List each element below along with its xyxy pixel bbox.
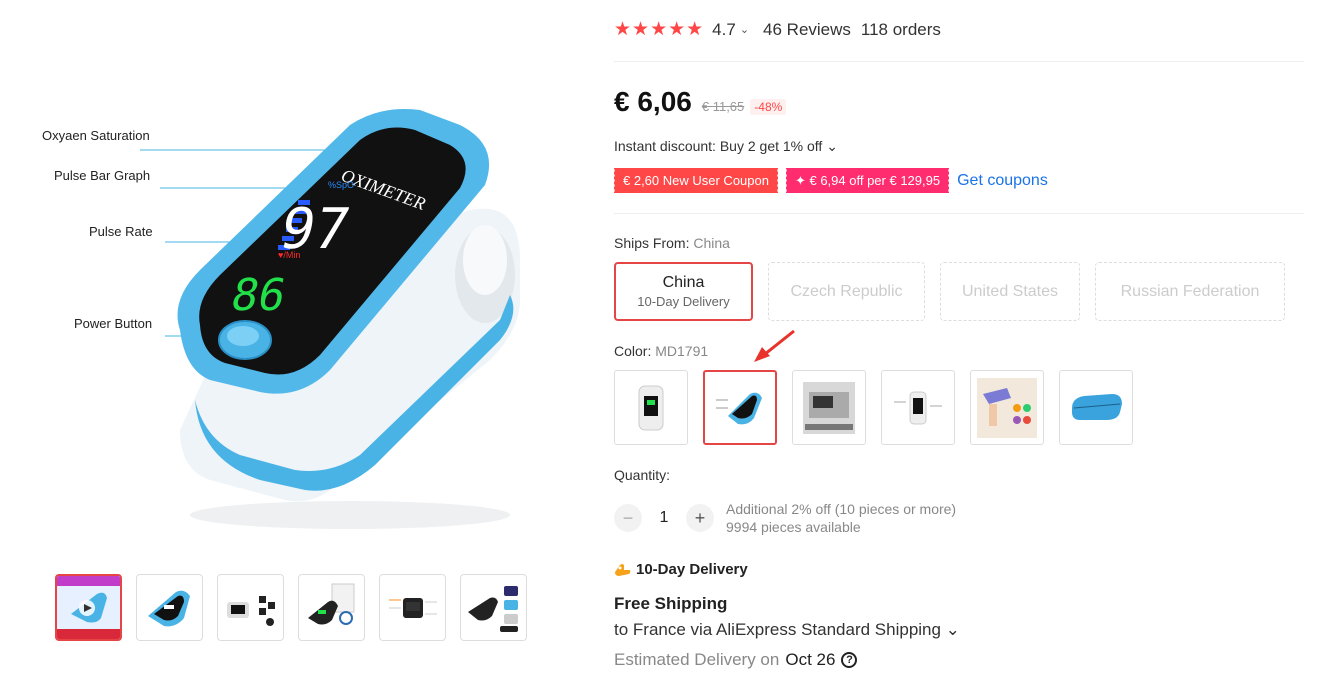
chevron-down-icon[interactable]: ⌄ [740,23,749,36]
quantity-stepper: − 1 + Additional 2% off (10 pieces or mo… [614,500,956,536]
rating-stars-icon: ★★★★★ [614,19,705,40]
thumbnail-5[interactable] [379,574,446,641]
ships-from-value: China [693,235,730,251]
new-user-coupon[interactable]: € 2,60 New User Coupon [613,168,778,193]
callout-pulse-bar-graph: Pulse Bar Graph [54,168,151,183]
shipping-method-select[interactable]: to France via AliExpress Standard Shippi… [614,620,960,640]
color-label: Color: MD1791 [614,343,708,359]
ships-from-caption: Ships From: [614,235,694,251]
spo2-unit-text: %SpO [328,180,354,190]
thumbnail-6[interactable] [460,574,527,641]
color-option-md1791[interactable] [703,370,777,445]
ship-from-options: China 10-Day Delivery Czech Republic Uni… [614,262,1285,321]
quantity-input[interactable]: 1 [642,509,686,527]
ship-option-china[interactable]: China 10-Day Delivery [614,262,753,321]
thumbnail-3[interactable] [217,574,284,641]
store-coupon[interactable]: ✦ € 6,94 off per € 129,95 [784,168,950,193]
rating-row: ★★★★★ 4.7 ⌄ 46 Reviews 118 orders [614,18,941,41]
ships-from-label: Ships From: China [614,235,730,251]
color-option-1[interactable] [614,370,688,445]
callout-power-button: Power Button [74,316,153,331]
free-shipping-label: Free Shipping [614,594,728,613]
thumb-video-icon [57,576,120,639]
color-value: MD1791 [655,343,709,359]
instant-discount[interactable]: Instant discount: Buy 2 get 1% off ⌄ [614,138,838,155]
color-option-4[interactable] [881,370,955,445]
quantity-minus-button[interactable]: − [614,504,642,532]
estimated-delivery-label: Estimated Delivery on [614,650,780,669]
color-caption: Color: [614,343,656,359]
discount-badge: -48% [750,99,787,115]
ship-option-sub: 10-Day Delivery [637,294,730,309]
help-icon[interactable]: ? [841,652,858,668]
ship-option-czech-republic[interactable]: Czech Republic [768,262,925,321]
quantity-label: Quantity: [614,467,671,483]
color-option-5[interactable] [970,370,1044,445]
ship-option-united-states[interactable]: United States [940,262,1080,321]
color-options [614,370,1133,445]
coupons-row: € 2,60 New User Coupon ✦ € 6,94 off per … [613,168,1048,193]
thumbnail-2[interactable] [136,574,203,641]
estimated-delivery-date: Oct 26 [785,650,836,669]
callout-oxygen-saturation: Oxyaen Saturation [42,128,150,143]
ship-option-russian-federation[interactable]: Russian Federation [1095,262,1285,321]
rating-score[interactable]: 4.7 [712,20,736,40]
orders-count: 118 orders [860,19,941,39]
current-price: € 6,06 [614,86,692,117]
reviews-link[interactable]: 46 Reviews [763,20,851,40]
ship-option-name: United States [961,282,1059,300]
ship-option-name: Russian Federation [1120,282,1260,300]
quantity-plus-button[interactable]: + [686,504,714,532]
delivery-title-text: 10-Day Delivery [636,561,748,578]
color-option-3[interactable] [792,370,866,445]
color-option-6[interactable] [1059,370,1133,445]
spo2-value-text: 97 [274,197,355,262]
product-gallery: OXIMETER %SpO ♥/Min 97 86 Oxyaen Saturat… [0,0,570,673]
ship-option-name: Czech Republic [790,282,903,300]
bulk-discount-note: Additional 2% off (10 pieces or more) [726,501,957,517]
price-row: € 6,06 € 11,65 -48% [614,86,787,118]
delivery-truck-icon [615,563,631,576]
quantity-info: Additional 2% off (10 pieces or more) 99… [726,500,956,536]
ship-option-name: China [662,274,705,291]
original-price: € 11,65 [701,99,745,114]
divider [614,61,1304,62]
delivery-title: 10-Day Delivery [614,561,748,578]
thumbnail-1[interactable] [55,574,122,641]
divider [614,213,1304,214]
estimated-delivery: Estimated Delivery on Oct 26 ? [614,650,858,670]
get-coupons-link[interactable]: Get coupons [957,172,1048,190]
pr-value-text: 86 [227,270,291,320]
callout-pulse-rate: Pulse Rate [89,224,153,239]
thumbnail-4[interactable] [298,574,365,641]
thumbnail-strip [55,574,527,641]
annotation-arrow-icon [754,329,795,362]
pieces-available: 9994 pieces available [726,519,861,535]
